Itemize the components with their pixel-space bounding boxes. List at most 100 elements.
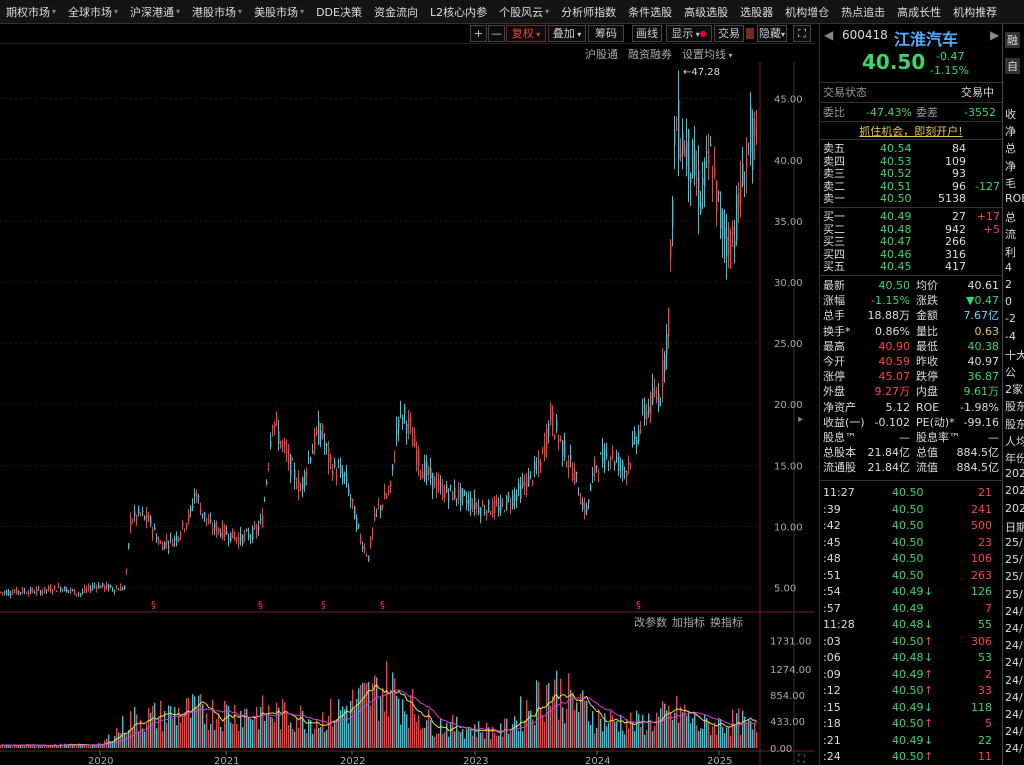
- set-ma-link[interactable]: 设置均线 ▾: [682, 46, 733, 62]
- candle-body: [704, 160, 706, 187]
- kline-chart[interactable]: 45.00 40.00 35.00 30.00 25.00 20.00 15.00 10.00…: [0, 62, 815, 765]
- ask-price[interactable]: 40.54: [880, 142, 912, 155]
- tick-time: 11:27: [823, 486, 855, 499]
- event-marker[interactable]: §: [258, 600, 263, 611]
- menu-item[interactable]: 美股市场 ▾: [248, 0, 310, 23]
- volume-bar: [696, 725, 698, 748]
- volume-bar: [232, 723, 234, 748]
- bid-price[interactable]: 40.47: [880, 235, 912, 248]
- menu-item-label: 全球市场: [68, 5, 113, 19]
- self-select-tab[interactable]: 自: [1005, 58, 1020, 74]
- candle-body: [650, 393, 652, 415]
- tick-time: :09: [823, 667, 841, 681]
- margin-link[interactable]: 融资融券: [628, 46, 672, 62]
- menu-item[interactable]: 条件选股: [622, 0, 678, 23]
- fuquan-button[interactable]: 复权 ▾: [506, 25, 546, 42]
- bid-price[interactable]: 40.45: [880, 260, 912, 273]
- quote-row: 卖四 40.53 109: [820, 155, 1002, 168]
- candle-body: [696, 177, 698, 183]
- menu-item[interactable]: 机构增仓: [779, 0, 835, 23]
- zoom-in-button[interactable]: +: [470, 25, 487, 42]
- candle-body: [184, 529, 186, 531]
- candle-body: [138, 508, 140, 514]
- top-menu-bar: 期权市场 ▾ 全球市场 ▾ 沪深港通 ▾ 港股市场 ▾ 美股市场 ▾ DDE决策 资金流向 L2核心内参…: [0, 0, 1024, 24]
- volume-bar: [20, 745, 22, 748]
- weicha-value: -3552: [964, 106, 996, 119]
- candle-body: [202, 513, 204, 516]
- event-marker[interactable]: §: [151, 600, 156, 611]
- far-panel-item: 利: [1005, 245, 1016, 259]
- candle-body: [332, 470, 334, 478]
- candle-body: [488, 500, 490, 512]
- menu-item[interactable]: 港股市场 ▾: [186, 0, 248, 23]
- ask-price[interactable]: 40.53: [880, 155, 912, 168]
- notification-dot-icon: ●: [699, 29, 707, 38]
- draw-line-button[interactable]: 画线: [632, 25, 662, 42]
- menu-item[interactable]: L2核心内参: [424, 0, 493, 23]
- volume-menu-item[interactable]: 改参数: [634, 615, 667, 629]
- volume-bar: [586, 700, 588, 748]
- menu-item[interactable]: 分析师指数: [555, 0, 622, 23]
- bid-price[interactable]: 40.49: [880, 210, 912, 223]
- expand-icon[interactable]: ⛶: [793, 25, 811, 42]
- candle-body: [400, 406, 402, 408]
- volume-bar: [224, 700, 226, 748]
- zoom-out-button[interactable]: —: [488, 25, 505, 42]
- ask-price[interactable]: 40.50: [880, 192, 912, 205]
- volume-menu-item[interactable]: 换指标: [710, 615, 743, 629]
- menu-item[interactable]: 高成长性: [891, 0, 947, 23]
- candle-body: [540, 462, 542, 473]
- candle-body: [102, 582, 104, 587]
- candle-body: [582, 501, 584, 510]
- expand-corner-icon[interactable]: ⛶: [797, 754, 806, 765]
- volume-bar: [306, 733, 308, 748]
- event-marker[interactable]: §: [636, 600, 641, 611]
- volume-bar: [168, 705, 170, 748]
- menu-item[interactable]: 机构推荐: [947, 0, 1003, 23]
- show-button[interactable]: 显示 ▾●: [666, 25, 712, 42]
- volume-bar: [574, 710, 576, 748]
- next-stock-arrow-icon[interactable]: ▶: [990, 28, 999, 42]
- open-account-link[interactable]: 抓住机会，即刻开户!: [820, 123, 1002, 139]
- volume-bar: [734, 724, 736, 748]
- chips-button[interactable]: 筹码: [588, 25, 624, 42]
- volume-menu-item[interactable]: 加指标: [672, 615, 705, 629]
- menu-item[interactable]: 高级选股: [678, 0, 734, 23]
- prev-stock-arrow-icon[interactable]: ◀: [824, 28, 833, 42]
- hide-button[interactable]: 隐藏▾: [757, 25, 787, 42]
- volume-bar: [202, 704, 204, 748]
- menu-item-label: L2核心内参: [429, 5, 488, 19]
- candle-body: [638, 429, 640, 442]
- bid-price[interactable]: 40.46: [880, 248, 912, 261]
- event-marker[interactable]: §: [380, 600, 385, 611]
- menu-item[interactable]: 热点追击: [835, 0, 891, 23]
- menu-item[interactable]: DDE决策: [310, 0, 368, 23]
- ask-price[interactable]: 40.52: [880, 167, 912, 180]
- menu-item[interactable]: 沪深港通 ▾: [124, 0, 186, 23]
- candle-body: [686, 142, 688, 167]
- event-marker[interactable]: §: [321, 600, 326, 611]
- menu-item[interactable]: 资金流向: [368, 0, 424, 23]
- trade-button[interactable]: 交易: [714, 25, 744, 42]
- bid-price[interactable]: 40.48: [880, 223, 912, 236]
- candle-body: [416, 450, 418, 464]
- menu-item[interactable]: 个股风云 ▾: [493, 0, 555, 23]
- volume-bar: [264, 720, 266, 748]
- menu-item[interactable]: 期权市场 ▾: [0, 0, 62, 23]
- candle-body: [8, 590, 10, 595]
- stat-value: 18.88万: [867, 309, 911, 323]
- menu-item-label: 个股风云: [499, 5, 544, 19]
- volume-bar: [446, 722, 448, 748]
- ask-price[interactable]: 40.51: [880, 180, 912, 193]
- overlay-button[interactable]: 叠加 ▾: [548, 25, 586, 42]
- menu-item[interactable]: 选股器: [734, 0, 779, 23]
- collapse-arrow-icon[interactable]: ▸: [798, 414, 803, 425]
- candle-body: [232, 528, 234, 539]
- hgt-link[interactable]: 沪股通: [585, 46, 618, 62]
- volume-bar: [606, 726, 608, 748]
- menu-item[interactable]: 全球市场 ▾: [62, 0, 124, 23]
- margin-tab[interactable]: 融: [1005, 32, 1020, 48]
- candle-body: [212, 528, 214, 531]
- candle-body: [314, 432, 316, 451]
- tick-volume: 22: [978, 733, 992, 747]
